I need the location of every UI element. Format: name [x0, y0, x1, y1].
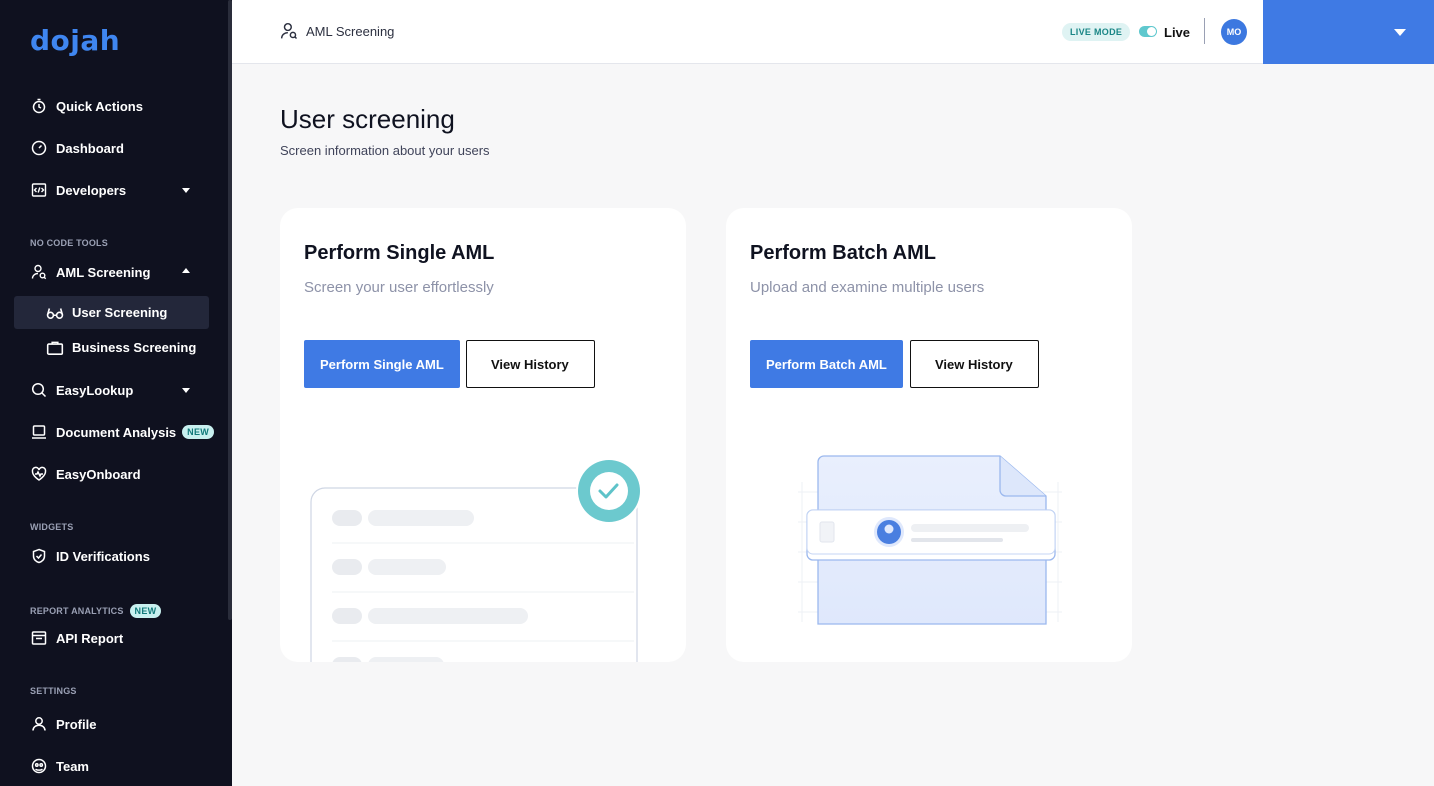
card-description: Screen your user effortlessly	[304, 279, 494, 296]
card-title: Perform Single AML	[304, 242, 495, 264]
sidebar-item-label: Quick Actions	[56, 98, 143, 114]
sidebar-item-label: Developers	[56, 182, 127, 198]
sidebar-item-label: Document Analysis	[56, 424, 177, 440]
stopwatch-icon	[30, 97, 48, 115]
sidebar-item-quick-actions[interactable]: Quick Actions	[30, 96, 143, 116]
sidebar-item-id-verifications[interactable]: ID Verifications	[30, 546, 150, 566]
breadcrumb-label: AML Screening	[306, 23, 395, 39]
sidebar-item-label: EasyOnboard	[56, 466, 141, 482]
chevron-down-icon	[1394, 29, 1406, 36]
glasses-icon	[46, 304, 64, 322]
user-icon	[30, 715, 48, 733]
dojah-logo[interactable]: dojah	[30, 24, 120, 57]
user-search-icon	[280, 22, 298, 40]
sidebar-item-easyonboard[interactable]: EasyOnboard	[30, 464, 141, 484]
perform-single-aml-button[interactable]: Perform Single AML	[304, 340, 460, 388]
sidebar-subitem-business-screening[interactable]: Business Screening	[14, 331, 209, 364]
sidebar: dojah Quick Actions Dashboard Developers…	[0, 0, 232, 786]
section-label-no-code-tools: NO CODE TOOLS	[30, 238, 108, 248]
avatar[interactable]: MO	[1221, 19, 1247, 45]
card-description: Upload and examine multiple users	[750, 279, 985, 296]
account-dropdown[interactable]	[1263, 0, 1434, 64]
view-history-button[interactable]: View History	[466, 340, 595, 388]
laptop-icon	[30, 423, 48, 441]
sidebar-item-label: Team	[56, 758, 89, 774]
page-title: User screening	[280, 104, 455, 134]
search-icon	[30, 381, 48, 399]
shield-check-icon	[30, 547, 48, 565]
chevron-up-icon[interactable]	[182, 268, 190, 273]
sidebar-item-label: EasyLookup	[56, 382, 134, 398]
sidebar-item-api-report[interactable]: API Report	[30, 628, 123, 648]
single-aml-card: Perform Single AML Screen your user effo…	[280, 208, 686, 662]
header-divider	[1204, 18, 1205, 44]
top-header: AML Screening LIVE MODE Live MO	[232, 0, 1434, 64]
section-label-settings: SETTINGS	[30, 686, 77, 696]
sidebar-item-label: Business Screening	[72, 340, 197, 355]
briefcase-icon	[46, 339, 64, 357]
single-aml-illustration	[310, 458, 642, 662]
section-label-report-analytics: REPORT ANALYTICS NEW	[30, 604, 162, 618]
page-subtitle: Screen information about your users	[280, 143, 490, 158]
new-badge: NEW	[182, 425, 215, 439]
heart-pulse-icon	[30, 465, 48, 483]
sidebar-item-label: ID Verifications	[56, 548, 150, 564]
sidebar-item-developers[interactable]: Developers	[30, 180, 126, 200]
sidebar-item-easylookup[interactable]: EasyLookup	[30, 380, 133, 400]
live-label: Live	[1164, 25, 1191, 40]
breadcrumb: AML Screening	[280, 22, 394, 40]
chevron-down-icon[interactable]	[182, 188, 190, 193]
sidebar-item-aml-screening[interactable]: AML Screening	[30, 262, 150, 282]
toggle-knob	[1147, 27, 1156, 36]
new-badge: NEW	[129, 604, 162, 618]
section-label-widgets: WIDGETS	[30, 522, 74, 532]
sidebar-item-team[interactable]: Team	[30, 756, 89, 776]
code-window-icon	[30, 181, 48, 199]
live-mode-badge: LIVE MODE	[1062, 23, 1131, 41]
live-mode-toggle[interactable]	[1139, 26, 1157, 37]
sidebar-item-dashboard[interactable]: Dashboard	[30, 138, 124, 158]
section-label-text: REPORT ANALYTICS	[30, 606, 124, 616]
chevron-down-icon[interactable]	[182, 388, 190, 393]
browser-window-icon	[30, 629, 48, 647]
card-title: Perform Batch AML	[750, 242, 936, 264]
sidebar-item-label: User Screening	[72, 305, 168, 320]
sidebar-subitem-user-screening[interactable]: User Screening	[14, 296, 209, 329]
gauge-icon	[30, 139, 48, 157]
sidebar-item-label: Dashboard	[56, 140, 124, 156]
sidebar-item-label: Profile	[56, 716, 97, 732]
view-history-button[interactable]: View History	[910, 340, 1039, 388]
team-icon	[30, 757, 48, 775]
sidebar-item-label: API Report	[56, 630, 124, 646]
batch-aml-illustration	[798, 455, 1062, 625]
sidebar-scrollbar[interactable]	[228, 0, 232, 620]
sidebar-item-label: AML Screening	[56, 264, 151, 280]
sidebar-item-document-analysis[interactable]: Document Analysis NEW	[30, 422, 215, 442]
sidebar-item-profile[interactable]: Profile	[30, 714, 96, 734]
perform-batch-aml-button[interactable]: Perform Batch AML	[750, 340, 903, 388]
batch-aml-card: Perform Batch AML Upload and examine mul…	[726, 208, 1132, 662]
user-search-icon	[30, 263, 48, 281]
